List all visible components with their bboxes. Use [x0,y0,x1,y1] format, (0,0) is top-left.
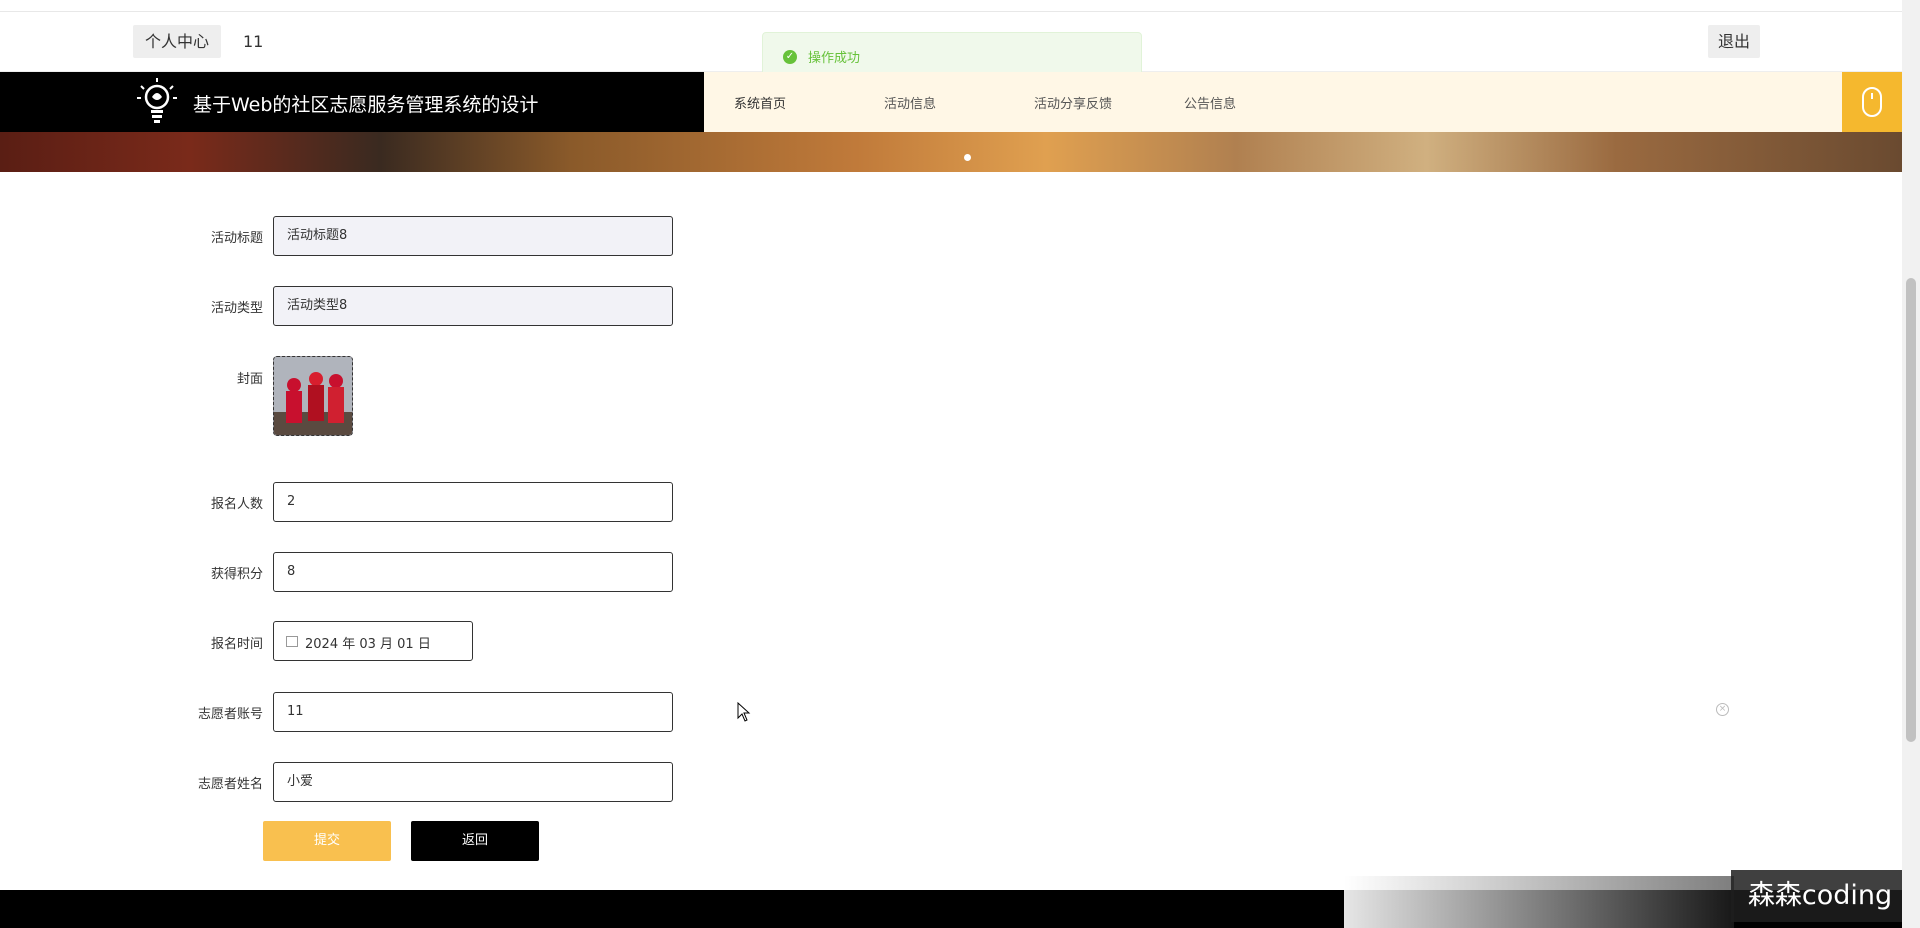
points-label: 获得积分 [210,567,263,582]
name-field[interactable]: 小爱 [273,762,673,802]
scrollbar[interactable] [1902,0,1920,928]
name-label: 志愿者姓名 [197,777,263,792]
toast-message: 操作成功 [808,51,861,66]
logout-button[interactable]: 退出 [1708,25,1760,58]
main-navbar: 基于Web的社区志愿服务管理系统的设计 系统首页 活动信息 活动分享反馈 公告信… [0,72,1902,132]
signup-count-label: 报名人数 [210,497,263,512]
title-field[interactable]: 活动标题8 [273,216,673,256]
account-field[interactable]: 11 [273,692,673,732]
nav-item-activity-feedback[interactable]: 活动分享反馈 [1034,93,1112,112]
calendar-icon [286,636,298,647]
type-label: 活动类型 [210,301,263,316]
signup-time-value: 2024 年 03 月 01 日 [305,637,431,652]
username-text: 11 [243,32,264,51]
type-field[interactable]: 活动类型8 [273,286,673,326]
back-button[interactable]: 返回 [411,821,539,861]
site-title: 基于Web的社区志愿服务管理系统的设计 [193,94,539,116]
signup-count-field[interactable]: 2 [273,482,673,522]
nav-item-home[interactable]: 系统首页 [734,93,786,112]
mouse-icon [1862,87,1882,117]
nav-menu: 系统首页 活动信息 活动分享反馈 公告信息 [704,72,1842,132]
signup-time-label: 报名时间 [210,637,263,652]
signup-time-picker[interactable]: 2024 年 03 月 01 日 [273,621,473,661]
clear-icon[interactable]: × [1716,703,1729,716]
points-field[interactable]: 8 [273,552,673,592]
mouse-icon-button[interactable] [1842,72,1902,132]
mouse-cursor-icon [737,702,751,722]
banner-image [0,132,1902,172]
scrollbar-thumb[interactable] [1906,278,1916,742]
carousel-indicator[interactable] [964,154,971,161]
nav-item-activity-info[interactable]: 活动信息 [884,93,936,112]
account-label: 志愿者账号 [197,707,263,722]
cover-label: 封面 [236,372,263,387]
title-label: 活动标题 [210,231,263,246]
watermark-fade [1344,876,1734,928]
submit-button[interactable]: 提交 [263,821,391,861]
personal-center-button[interactable]: 个人中心 [133,25,221,58]
lightbulb-logo-icon [137,78,177,123]
nav-item-announcements[interactable]: 公告信息 [1184,93,1236,112]
watermark: 森森coding [1731,870,1909,922]
check-circle-icon: ✓ [783,50,797,64]
cover-image[interactable] [273,356,353,436]
top-divider [0,11,1902,12]
